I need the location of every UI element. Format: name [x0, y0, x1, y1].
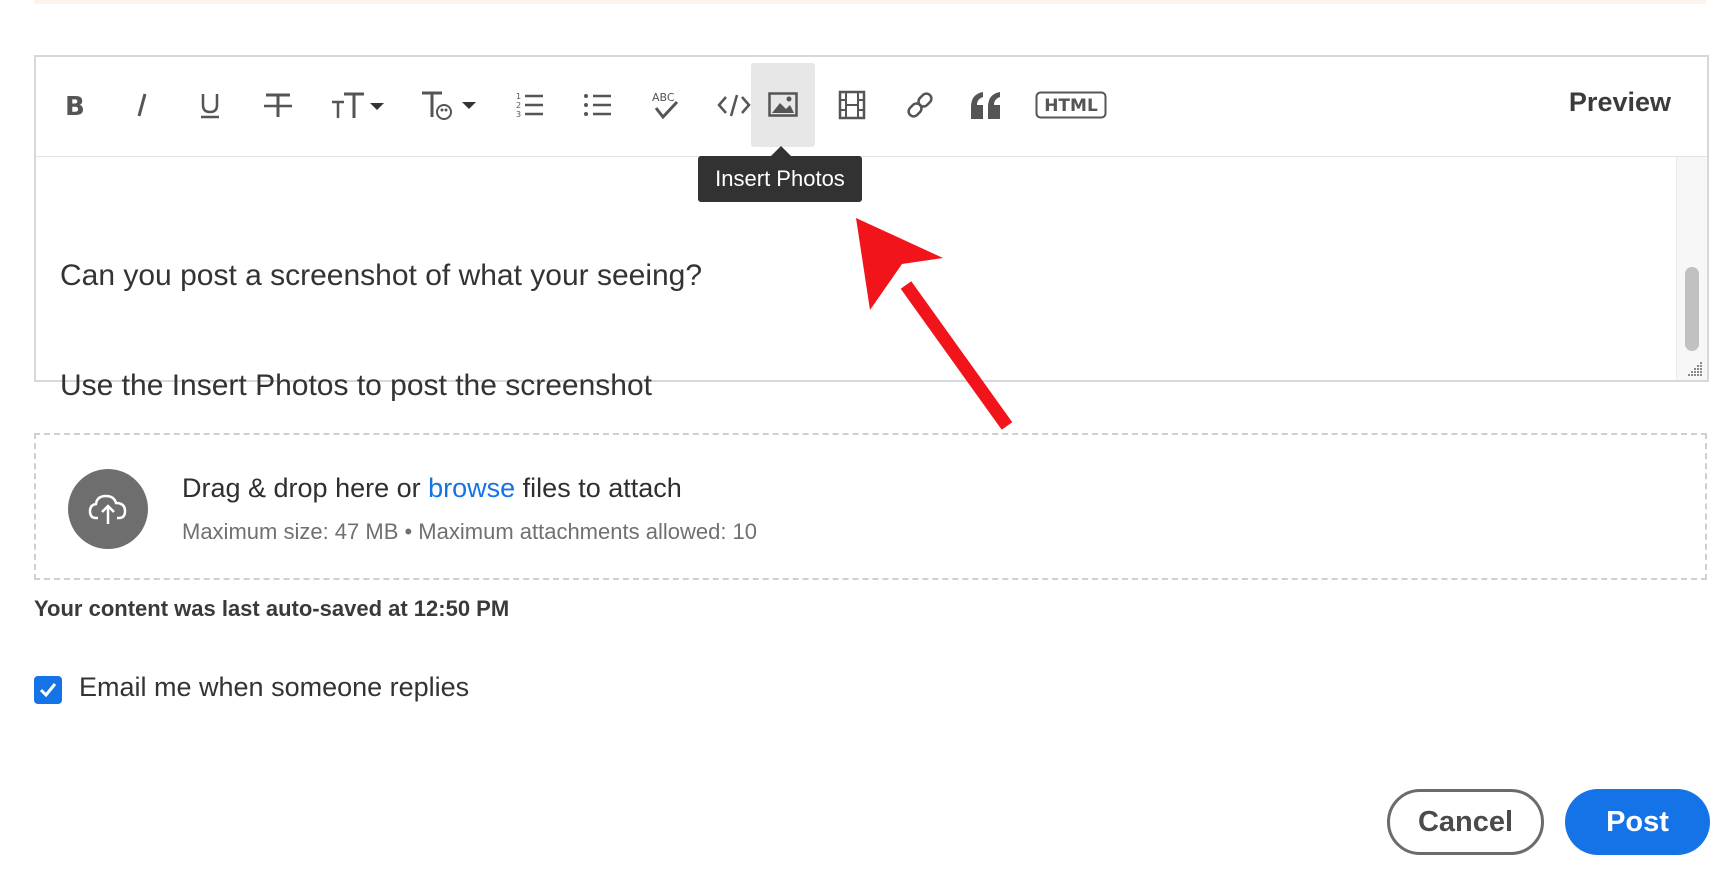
insert-link-button[interactable] [888, 63, 952, 147]
autosave-status: Your content was last auto-saved at 12:5… [34, 596, 510, 621]
spellcheck-button[interactable]: ABC [634, 63, 698, 147]
insert-photo-icon [768, 92, 798, 117]
scrollbar-thumb[interactable] [1685, 267, 1699, 351]
post-button[interactable]: Post [1565, 789, 1710, 855]
font-size-icon [332, 92, 384, 118]
svg-text:3: 3 [516, 110, 521, 119]
underline-icon [201, 94, 219, 119]
strikethrough-icon [264, 93, 292, 117]
bulleted-list-button[interactable] [566, 63, 630, 147]
cancel-button[interactable]: Cancel [1387, 789, 1544, 855]
editor-content-area[interactable]: Can you post a screenshot of what your s… [36, 157, 1707, 402]
code-icon [717, 94, 751, 117]
svg-text:HTML: HTML [1044, 96, 1098, 116]
numbered-list-button[interactable]: 1 2 3 [498, 63, 562, 147]
text-color-icon [422, 91, 476, 120]
top-border-strip [34, 0, 1706, 4]
email-replies-checkbox[interactable] [34, 676, 62, 704]
bulleted-list-icon [584, 94, 611, 116]
bold-icon: B [65, 92, 85, 120]
underline-button[interactable] [178, 63, 242, 147]
text-color-button[interactable] [408, 63, 488, 147]
svg-text:2: 2 [516, 101, 521, 110]
upload-cloud-icon [68, 469, 148, 549]
dropzone-title: Drag & drop here or browse files to atta… [182, 473, 682, 504]
checkmark-icon [39, 683, 57, 698]
resize-grip-icon[interactable] [1687, 361, 1703, 377]
dropzone-limits: Maximum size: 47 MB • Maximum attachment… [182, 519, 758, 544]
preview-button[interactable]: Preview [1569, 87, 1671, 118]
spellcheck-icon: ABC [652, 91, 679, 120]
numbered-list-icon: 1 2 3 [516, 92, 543, 119]
editor-line-2: Use the Insert Photos to post the screen… [60, 369, 653, 402]
svg-text:1: 1 [516, 92, 521, 101]
editor-scrollbar[interactable] [1676, 157, 1707, 380]
browse-link[interactable]: browse [428, 473, 515, 503]
font-size-button[interactable] [318, 63, 398, 147]
dropzone-title-text: Drag & drop here or [182, 473, 429, 503]
quote-icon [971, 92, 1000, 119]
svg-text:B: B [65, 92, 85, 120]
tooltip-caret [771, 146, 791, 156]
italic-button[interactable] [110, 63, 174, 147]
editor-line-1: Can you post a screenshot of what your s… [60, 259, 703, 292]
quote-button[interactable] [954, 63, 1018, 147]
svg-text:ABC: ABC [652, 91, 675, 104]
editor-toolbar: B 1 2 3 ABC HTML Preview [36, 57, 1707, 157]
insert-video-button[interactable] [820, 63, 884, 147]
rich-text-editor: B 1 2 3 ABC HTML Preview Can you post a … [34, 55, 1709, 402]
email-replies-label[interactable]: Email me when someone replies [79, 672, 469, 703]
strikethrough-button[interactable] [246, 63, 310, 147]
bold-button[interactable]: B [42, 63, 106, 147]
italic-icon [137, 93, 147, 117]
dropzone-title-text-end: files to attach [515, 473, 682, 503]
insert-photo-button[interactable] [751, 63, 815, 147]
html-button[interactable]: HTML [1032, 63, 1110, 147]
insert-video-icon [838, 90, 866, 120]
link-icon [907, 92, 933, 118]
attachment-dropzone[interactable]: Drag & drop here or browse files to atta… [34, 433, 1707, 580]
insert-photos-tooltip: Insert Photos [698, 156, 862, 202]
html-icon: HTML [1035, 91, 1107, 119]
